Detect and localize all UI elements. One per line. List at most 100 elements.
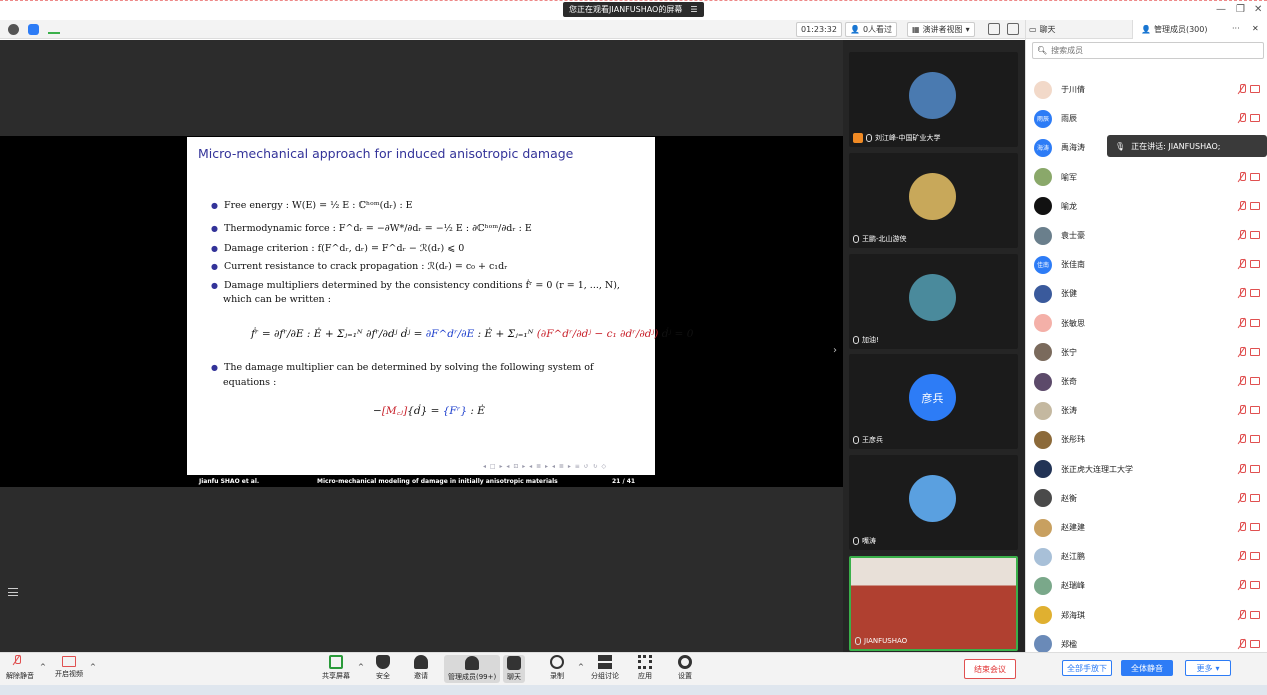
muted-mic-icon[interactable] — [1238, 638, 1246, 649]
member-row[interactable]: 赵建建 — [1034, 513, 1264, 542]
view-mode-select[interactable]: ▦ 演讲者视图 ▾ — [907, 22, 975, 37]
camera-off-icon[interactable] — [1250, 639, 1260, 648]
breakout-button[interactable]: 分组讨论 — [591, 655, 619, 681]
camera-off-icon[interactable] — [1250, 377, 1260, 385]
video-tile[interactable]: 彦兵 王彦兵 — [849, 354, 1018, 449]
member-row[interactable]: 张奇 — [1034, 367, 1264, 396]
unmute-button[interactable]: 解除静音 — [6, 655, 34, 681]
muted-mic-icon[interactable] — [1238, 580, 1246, 590]
chevron-right-icon[interactable]: › — [833, 345, 837, 356]
tab-chat[interactable]: ▭ 聊天 — [1029, 24, 1056, 35]
muted-mic-icon[interactable] — [1238, 113, 1246, 123]
chevron-up-icon[interactable]: ^ — [40, 663, 46, 671]
camera-off-icon[interactable] — [1250, 347, 1260, 356]
muted-mic-icon[interactable] — [1238, 551, 1246, 561]
member-row[interactable]: 张正虎大连理工大学 — [1034, 455, 1264, 484]
more-button[interactable]: 更多 ▾ — [1185, 660, 1231, 676]
video-tile[interactable]: 加油! — [849, 254, 1018, 349]
start-video-button[interactable]: 开启视频 — [55, 655, 83, 679]
video-tile[interactable]: 嘴涛 — [849, 455, 1018, 550]
end-meeting-button[interactable]: 结束会议 — [964, 659, 1016, 679]
camera-off-icon[interactable] — [1250, 318, 1260, 327]
fullscreen-icon[interactable] — [988, 23, 1000, 35]
member-row[interactable]: 张涛 — [1034, 396, 1264, 425]
muted-mic-icon[interactable] — [1238, 522, 1246, 532]
member-row[interactable]: 张彤玮 — [1034, 425, 1264, 454]
info-icon[interactable] — [8, 24, 19, 35]
camera-off-icon[interactable] — [1250, 406, 1260, 415]
security-button[interactable]: 安全 — [376, 655, 390, 681]
camera-off-icon[interactable] — [1250, 464, 1260, 473]
member-row[interactable]: 张健 — [1034, 279, 1264, 308]
member-row[interactable]: 喻军 — [1034, 163, 1264, 192]
member-row[interactable]: 赵瑞峰 — [1034, 571, 1264, 600]
search-input[interactable] — [1051, 46, 1252, 55]
camera-off-icon[interactable] — [1250, 172, 1260, 181]
camera-off-icon[interactable] — [1250, 289, 1260, 298]
muted-mic-icon[interactable] — [1238, 463, 1246, 474]
member-search[interactable]: 🔍︎ — [1032, 42, 1264, 59]
video-tile[interactable]: JIANFUSHAO — [849, 556, 1018, 651]
muted-mic-icon[interactable] — [1238, 230, 1246, 240]
muted-mic-icon[interactable] — [1238, 405, 1246, 415]
muted-mic-icon[interactable] — [1238, 259, 1246, 269]
minimize-icon[interactable]: — — [1216, 4, 1226, 15]
close-icon[interactable]: ✕ — [1252, 24, 1259, 33]
sidebar-toggle-icon[interactable] — [1007, 23, 1019, 35]
close-icon[interactable]: ✕ — [1254, 4, 1262, 15]
share-screen-button[interactable]: 共享屏幕 — [322, 655, 350, 681]
muted-mic-icon[interactable] — [1238, 317, 1246, 328]
camera-off-icon[interactable] — [1250, 493, 1260, 502]
tab-members[interactable]: 👤 管理成员(300) — [1141, 24, 1207, 35]
camera-off-icon[interactable] — [1250, 523, 1260, 531]
camera-off-icon[interactable] — [1250, 260, 1260, 269]
muted-mic-icon[interactable] — [1238, 171, 1246, 182]
camera-off-icon[interactable] — [1250, 201, 1260, 210]
invite-button[interactable]: 邀请 — [414, 655, 428, 681]
camera-off-icon[interactable] — [1250, 435, 1260, 444]
chevron-up-icon[interactable]: ^ — [90, 663, 96, 671]
list-icon[interactable]: ☰ — [690, 5, 697, 14]
manage-members-button[interactable]: 管理成员(99+) — [444, 655, 501, 683]
member-row[interactable]: 赵江鹏 — [1034, 542, 1264, 571]
muted-mic-icon[interactable] — [1238, 434, 1246, 444]
signal-icon[interactable] — [48, 25, 60, 34]
muted-mic-icon[interactable] — [1238, 288, 1246, 298]
shield-icon[interactable] — [28, 24, 39, 35]
camera-off-icon[interactable] — [1250, 581, 1260, 590]
apps-button[interactable]: 应用 — [638, 655, 652, 681]
camera-off-icon[interactable] — [1250, 610, 1260, 619]
camera-off-icon[interactable] — [1250, 114, 1260, 123]
muted-mic-icon[interactable] — [1238, 84, 1246, 94]
restore-icon[interactable]: ❐ — [1236, 4, 1245, 15]
lower-all-hands-button[interactable]: 全部手放下 — [1062, 660, 1112, 676]
share-banner[interactable]: 您正在观看JIANFUSHAO的屏幕 ☰ — [563, 2, 704, 17]
video-tile[interactable]: 王鹏-北山游侠 — [849, 153, 1018, 248]
member-row[interactable]: 张敏思 — [1034, 309, 1264, 338]
menu-icon[interactable] — [8, 588, 18, 596]
video-tile[interactable]: 刘江峰-中国矿业大学 — [849, 52, 1018, 147]
member-row[interactable]: 于川倩 — [1034, 75, 1264, 104]
member-row[interactable]: 袁士豪 — [1034, 221, 1264, 250]
muted-mic-icon[interactable] — [1238, 492, 1246, 503]
member-row[interactable]: 喻龙 — [1034, 192, 1264, 221]
record-button[interactable]: 录制 — [550, 655, 564, 681]
member-row[interactable]: 佳南 张佳南 — [1034, 250, 1264, 279]
viewers-count[interactable]: 👤 0人看过 — [845, 22, 898, 37]
camera-off-icon[interactable] — [1250, 552, 1260, 561]
member-row[interactable]: 张宁 — [1034, 338, 1264, 367]
member-row[interactable]: 雨辰 雨辰 — [1034, 104, 1264, 133]
muted-mic-icon[interactable] — [1238, 200, 1246, 211]
member-row[interactable]: 赵衡 — [1034, 484, 1264, 513]
mute-all-button[interactable]: 全体静音 — [1121, 660, 1173, 676]
more-icon[interactable]: ··· — [1232, 24, 1240, 33]
muted-mic-icon[interactable] — [1238, 376, 1246, 386]
camera-off-icon[interactable] — [1250, 85, 1260, 93]
settings-button[interactable]: 设置 — [678, 655, 692, 681]
member-row[interactable]: 郑海琪 — [1034, 601, 1264, 630]
chevron-up-icon[interactable]: ^ — [578, 663, 584, 671]
chevron-up-icon[interactable]: ^ — [358, 663, 364, 671]
muted-mic-icon[interactable] — [1238, 346, 1246, 357]
camera-off-icon[interactable] — [1250, 231, 1260, 239]
muted-mic-icon[interactable] — [1238, 609, 1246, 620]
